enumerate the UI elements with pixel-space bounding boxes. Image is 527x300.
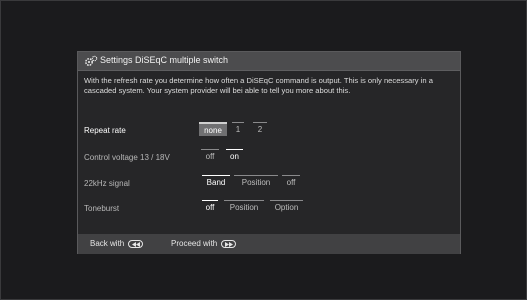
repeat-rate-label: Repeat rate — [84, 126, 126, 135]
rewind-key-icon — [128, 239, 144, 248]
gears-icon — [85, 55, 98, 66]
control-voltage-option-off[interactable]: off — [201, 149, 219, 163]
dialog-footer: Back with Proceed with — [78, 234, 460, 254]
repeat-rate-option-1[interactable]: 1 — [232, 122, 244, 136]
forward-arrows-icon — [225, 241, 234, 247]
22khz-signal-label: 22kHz signal — [84, 179, 130, 188]
dialog-description: With the refresh rate you determine how … — [84, 76, 433, 95]
forward-key-icon — [221, 239, 237, 248]
control-voltage-label: Control voltage 13 / 18V — [84, 153, 170, 162]
repeat-rate-option-none[interactable]: none — [199, 122, 227, 136]
toneburst-option-off[interactable]: off — [202, 200, 218, 214]
control-voltage-option-on[interactable]: on — [226, 149, 243, 163]
toneburst-option-position[interactable]: Position — [224, 200, 264, 214]
proceed-hint[interactable]: Proceed with — [171, 239, 237, 248]
22khz-option-off[interactable]: off — [282, 175, 300, 189]
repeat-rate-option-2[interactable]: 2 — [253, 122, 267, 136]
toneburst-option-option[interactable]: Option — [270, 200, 303, 214]
dialog-body: With the refresh rate you determine how … — [78, 71, 460, 234]
22khz-option-band[interactable]: Band — [202, 175, 230, 189]
toneburst-label: Toneburst — [84, 204, 120, 213]
back-hint-label: Back with — [90, 239, 125, 248]
dialog-header: Settings DiSEqC multiple switch — [78, 52, 460, 71]
22khz-option-position[interactable]: Position — [234, 175, 278, 189]
diseqc-settings-dialog: Settings DiSEqC multiple switch With the… — [77, 51, 461, 254]
proceed-hint-label: Proceed with — [171, 239, 218, 248]
rewind-arrows-icon — [132, 241, 141, 247]
back-hint[interactable]: Back with — [90, 239, 144, 248]
dialog-title: Settings DiSEqC multiple switch — [100, 55, 229, 65]
